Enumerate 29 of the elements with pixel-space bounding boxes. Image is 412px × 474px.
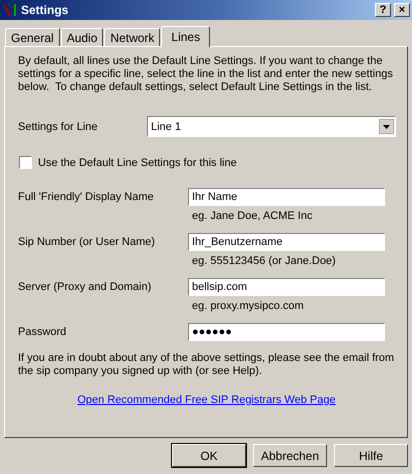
input-field[interactable]: ●●●●●● (188, 323, 385, 341)
dialog-button[interactable]: OK (172, 444, 246, 467)
field-label: Settings for Line (18, 120, 98, 132)
input-field[interactable]: Ihr_Benutzername (188, 233, 385, 251)
tab[interactable]: Audio (60, 28, 104, 46)
dropdown-arrow-icon[interactable] (379, 119, 394, 134)
dialog-button[interactable]: Abbrechen (253, 444, 327, 467)
registrars-link[interactable]: Open Recommended Free SIP Registrars Web Page (77, 394, 336, 406)
field-label: Password (18, 326, 68, 338)
tab[interactable]: General (5, 28, 60, 46)
field-label: Sip Number (or User Name) (18, 236, 156, 248)
field-label: Server (Proxy and Domain) (18, 281, 152, 293)
input-field[interactable]: bellsip.com (188, 278, 385, 296)
help-button[interactable]: ? (375, 3, 391, 17)
tab[interactable]: Network (104, 28, 160, 46)
checkbox[interactable] (19, 156, 32, 169)
dialog-button[interactable]: Hilfe (334, 444, 408, 467)
hint-text: eg. 555123456 (or Jane.Doe) (192, 255, 337, 267)
input-field[interactable]: Ihr Name (188, 188, 385, 206)
hint-text: eg. Jane Doe, ACME Inc (192, 210, 314, 222)
tab[interactable]: Lines (161, 26, 210, 47)
help-text: If you are in doubt about any of the above settings, please see the email from the sip company you signed up with (or see Help). (18, 352, 395, 378)
hint-text: eg. proxy.mysipco.com (192, 300, 305, 312)
window-title: Settings (21, 3, 68, 17)
close-button[interactable]: × (394, 3, 410, 17)
line-dropdown[interactable]: Line 1 (147, 116, 396, 137)
checkbox-label: Use the Default Line Settings for this line (38, 156, 237, 168)
field-label: Full 'Friendly' Display Name (18, 191, 155, 203)
intro-text: By default, all lines use the Default Line Settings. If you want to change the settings for a specific line, select the line in the list and enter the new settings below. To change default settings, select Default Line Settings in the list. (18, 55, 394, 94)
